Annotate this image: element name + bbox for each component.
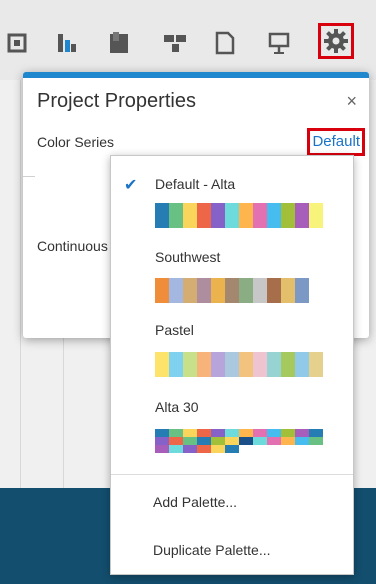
color-swatch: [211, 429, 225, 437]
color-swatch: [169, 429, 183, 437]
color-swatch: [183, 437, 197, 445]
color-swatch: [197, 437, 211, 445]
color-swatch: [183, 203, 197, 228]
divider: [23, 176, 35, 177]
color-swatch: [169, 352, 183, 377]
color-swatch: [211, 437, 225, 445]
close-icon[interactable]: ×: [346, 92, 357, 110]
color-swatch: [267, 278, 281, 303]
color-swatch: [197, 445, 211, 453]
color-swatch: [211, 445, 225, 453]
color-swatch: [155, 203, 169, 228]
color-swatch: [253, 278, 267, 303]
color-swatch: [253, 429, 267, 437]
color-swatch: [169, 203, 183, 228]
color-swatch: [225, 352, 239, 377]
palette-option-southwest[interactable]: Southwest: [155, 249, 220, 265]
color-swatch: [169, 437, 183, 445]
palette-swatch-pastel[interactable]: [155, 352, 323, 377]
presentation-icon[interactable]: [266, 30, 292, 56]
palette-option-default-alta[interactable]: Default - Alta: [155, 176, 235, 192]
color-swatch: [281, 352, 295, 377]
app-root: Project Properties × Color Series Defaul…: [0, 0, 376, 584]
page-icon[interactable]: [212, 30, 238, 56]
color-swatch: [183, 429, 197, 437]
color-swatch: [155, 445, 169, 453]
color-swatch: [155, 437, 169, 445]
color-swatch: [211, 352, 225, 377]
color-swatch: [295, 437, 309, 445]
toolbar: [0, 0, 376, 80]
color-swatch: [239, 278, 253, 303]
settings-highlight[interactable]: [318, 23, 354, 59]
color-swatch: [169, 278, 183, 303]
color-swatch: [197, 203, 211, 228]
chart-icon[interactable]: [54, 30, 80, 56]
color-swatch: [253, 437, 267, 445]
color-swatch: [309, 352, 323, 377]
color-swatch: [183, 445, 197, 453]
color-swatch: [239, 203, 253, 228]
color-swatch: [197, 352, 211, 377]
dialog-title: Project Properties: [37, 90, 196, 112]
color-swatch: [239, 437, 253, 445]
color-swatch: [267, 437, 281, 445]
color-swatch: [239, 429, 253, 437]
palette-swatch-southwest[interactable]: [155, 278, 309, 303]
color-swatch: [295, 429, 309, 437]
color-swatch: [253, 203, 267, 228]
color-series-label: Color Series: [37, 134, 115, 150]
palette-swatch-alta-30[interactable]: [155, 429, 323, 453]
color-swatch: [267, 203, 281, 228]
color-swatch: [281, 203, 295, 228]
continuous-label: Continuous: [37, 238, 108, 254]
add-palette-button[interactable]: Add Palette...: [153, 494, 237, 510]
table-icon[interactable]: [4, 30, 30, 56]
color-swatch: [295, 352, 309, 377]
color-swatch: [155, 429, 169, 437]
palette-dropdown: ✔ Default - Alta Southwest Pastel Alta 3…: [110, 155, 354, 575]
divider: [111, 474, 353, 475]
palette-option-pastel[interactable]: Pastel: [155, 322, 194, 338]
book-icon[interactable]: [106, 30, 132, 56]
color-swatch: [183, 352, 197, 377]
color-swatch: [169, 445, 183, 453]
color-swatch: [225, 429, 239, 437]
color-swatch: [309, 429, 323, 437]
color-swatch: [295, 203, 309, 228]
palette-option-alta-30[interactable]: Alta 30: [155, 399, 199, 415]
flow-icon[interactable]: [162, 30, 188, 56]
color-swatch: [267, 352, 281, 377]
color-swatch: [155, 352, 169, 377]
color-swatch: [211, 278, 225, 303]
palette-swatch-default-alta[interactable]: [155, 203, 323, 228]
color-series-dropdown[interactable]: Default: [307, 128, 365, 156]
color-swatch: [253, 352, 267, 377]
color-swatch: [239, 352, 253, 377]
color-swatch: [295, 278, 309, 303]
duplicate-palette-button[interactable]: Duplicate Palette...: [153, 542, 271, 558]
color-swatch: [267, 429, 281, 437]
color-swatch: [197, 429, 211, 437]
color-swatch: [155, 278, 169, 303]
color-swatch: [211, 203, 225, 228]
color-swatch: [309, 437, 323, 445]
color-swatch: [281, 437, 295, 445]
color-swatch: [281, 429, 295, 437]
color-swatch: [225, 278, 239, 303]
color-swatch: [225, 203, 239, 228]
color-swatch: [309, 203, 323, 228]
color-swatch: [225, 437, 239, 445]
color-swatch: [225, 445, 239, 453]
check-icon: ✔: [124, 177, 138, 194]
color-swatch: [197, 278, 211, 303]
color-swatch: [183, 278, 197, 303]
color-swatch: [281, 278, 295, 303]
